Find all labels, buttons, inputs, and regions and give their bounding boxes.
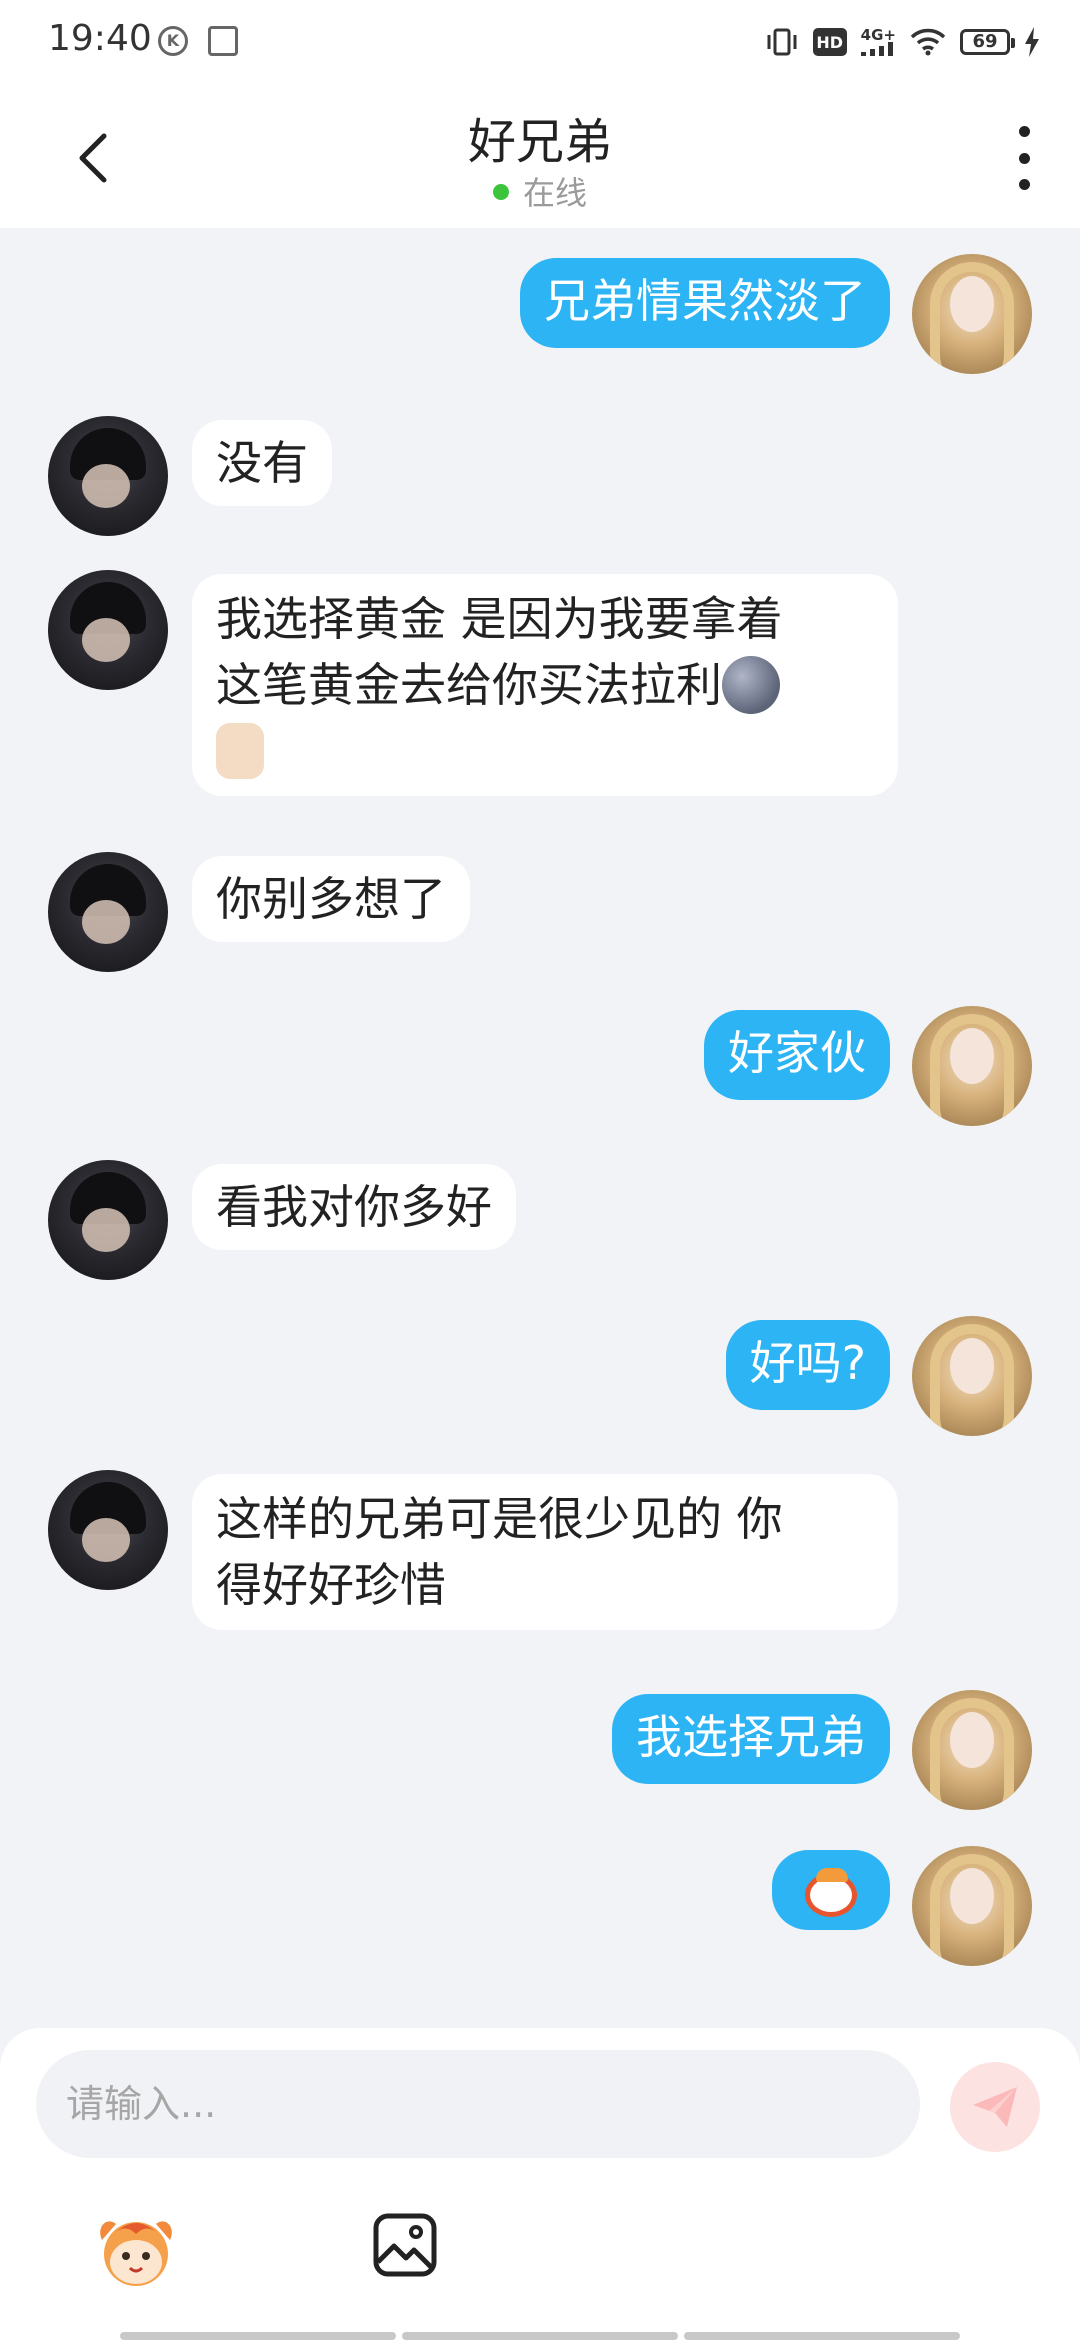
emoji-sticker-button[interactable] bbox=[92, 2210, 180, 2290]
status-icons: HD 4G+ 69 bbox=[765, 20, 1040, 64]
signal-icon: 4G+ bbox=[860, 26, 896, 57]
chat-title: 好兄弟 bbox=[467, 114, 612, 170]
message-bubble-incoming[interactable]: 你别多想了 bbox=[192, 856, 470, 942]
message-text-line: 这样的兄弟可是很少见的 你 bbox=[216, 1492, 783, 1546]
message-text: 你别多想了 bbox=[216, 872, 446, 926]
friend-avatar[interactable] bbox=[48, 852, 168, 972]
hd-icon: HD bbox=[812, 28, 847, 56]
friend-avatar[interactable] bbox=[48, 570, 168, 690]
battery-icon: 69 bbox=[960, 29, 1015, 55]
status-time: 19:40 bbox=[48, 18, 152, 59]
message-bubble-outgoing[interactable]: 好吗? bbox=[725, 1320, 890, 1410]
more-dot bbox=[1018, 179, 1030, 190]
message-row-incoming: 没有 bbox=[0, 416, 1080, 546]
online-status: 在线 bbox=[0, 168, 1080, 214]
message-text-line: 这笔黄金去给你买法拉利 bbox=[216, 652, 874, 718]
message-text: 看我对你多好 bbox=[216, 1180, 492, 1234]
gesture-bar-segment bbox=[402, 2332, 678, 2340]
k-app-icon: K bbox=[158, 26, 188, 56]
online-status-label: 在线 bbox=[522, 174, 587, 212]
message-text: 兄弟情果然淡了 bbox=[544, 274, 866, 328]
my-avatar[interactable] bbox=[912, 1006, 1032, 1126]
message-row-outgoing: 兄弟情果然淡了 bbox=[0, 254, 1080, 384]
message-bubble-incoming[interactable]: 没有 bbox=[192, 420, 332, 506]
thumbs-up-emoji bbox=[216, 722, 264, 779]
message-row-outgoing: 我选择兄弟 bbox=[0, 1690, 1080, 1820]
message-emoji-line bbox=[216, 718, 874, 784]
message-bubble-incoming[interactable]: 看我对你多好 bbox=[192, 1164, 516, 1250]
message-text: 没有 bbox=[216, 436, 308, 490]
message-text: 我选择兄弟 bbox=[636, 1710, 866, 1764]
sticker-bubble-outgoing[interactable] bbox=[772, 1850, 890, 1930]
gesture-bar bbox=[120, 2332, 960, 2340]
more-vertical-icon bbox=[1018, 126, 1030, 137]
message-bubble-outgoing[interactable]: 兄弟情果然淡了 bbox=[520, 258, 890, 348]
message-bubble-outgoing[interactable]: 我选择兄弟 bbox=[612, 1694, 890, 1784]
charging-icon bbox=[1024, 27, 1040, 57]
image-picker-button[interactable] bbox=[372, 2212, 438, 2278]
send-button[interactable] bbox=[950, 2062, 1040, 2152]
vibrate-icon bbox=[765, 27, 799, 57]
my-avatar[interactable] bbox=[912, 1846, 1032, 1966]
gesture-bar-segment bbox=[684, 2332, 960, 2340]
document-notification-icon bbox=[208, 26, 238, 56]
message-text-line: 得好好珍惜 bbox=[216, 1558, 446, 1612]
emoji-sticker-icon bbox=[100, 2221, 172, 2286]
message-row-incoming: 我选择黄金 是因为我要拿着 这笔黄金去给你买法拉利 bbox=[0, 570, 1080, 820]
friend-avatar[interactable] bbox=[48, 1470, 168, 1590]
my-avatar[interactable] bbox=[912, 1690, 1032, 1810]
full-moon-face-emoji bbox=[722, 655, 780, 714]
message-bubble-incoming[interactable]: 我选择黄金 是因为我要拿着 这笔黄金去给你买法拉利 bbox=[192, 574, 898, 796]
message-row-outgoing bbox=[0, 1846, 1080, 1976]
message-bubble-outgoing[interactable]: 好家伙 bbox=[704, 1010, 890, 1100]
more-dot bbox=[1018, 152, 1030, 164]
message-text-line: 我选择黄金 是因为我要拿着 bbox=[216, 592, 783, 646]
message-row-incoming: 这样的兄弟可是很少见的 你 得好好珍惜 bbox=[0, 1470, 1080, 1640]
friend-avatar[interactable] bbox=[48, 1160, 168, 1280]
send-icon bbox=[973, 2087, 1017, 2127]
image-icon bbox=[373, 2213, 437, 2277]
composer: 请输入... bbox=[0, 2028, 1080, 2340]
message-row-outgoing: 好吗? bbox=[0, 1316, 1080, 1446]
message-bubble-incoming[interactable]: 这样的兄弟可是很少见的 你 得好好珍惜 bbox=[192, 1474, 898, 1630]
wifi-icon bbox=[910, 27, 946, 57]
chat-header: 好兄弟 在线 bbox=[0, 80, 1080, 228]
message-row-incoming: 你别多想了 bbox=[0, 852, 1080, 982]
online-dot-icon bbox=[492, 184, 509, 200]
message-input[interactable]: 请输入... bbox=[36, 2050, 920, 2158]
status-bar: 19:40 K HD 4G+ 69 bbox=[0, 0, 1080, 80]
message-text: 好家伙 bbox=[728, 1026, 866, 1080]
message-row-outgoing: 好家伙 bbox=[0, 1006, 1080, 1136]
laughing-monkey-sticker bbox=[805, 1868, 857, 1917]
my-avatar[interactable] bbox=[912, 254, 1032, 374]
friend-avatar[interactable] bbox=[48, 416, 168, 536]
message-list[interactable]: 兄弟情果然淡了 没有 我选择黄金 是因为我要拿着 这笔黄金去给你买法拉利 你别多… bbox=[0, 228, 1080, 2028]
message-text: 好吗? bbox=[749, 1336, 866, 1390]
network-label: 4G+ bbox=[860, 26, 896, 44]
my-avatar[interactable] bbox=[912, 1316, 1032, 1436]
gesture-bar-segment bbox=[120, 2332, 396, 2340]
message-row-incoming: 看我对你多好 bbox=[0, 1160, 1080, 1290]
more-options-button[interactable] bbox=[1012, 126, 1036, 190]
message-text-line-content: 这笔黄金去给你买法拉利 bbox=[216, 658, 722, 712]
